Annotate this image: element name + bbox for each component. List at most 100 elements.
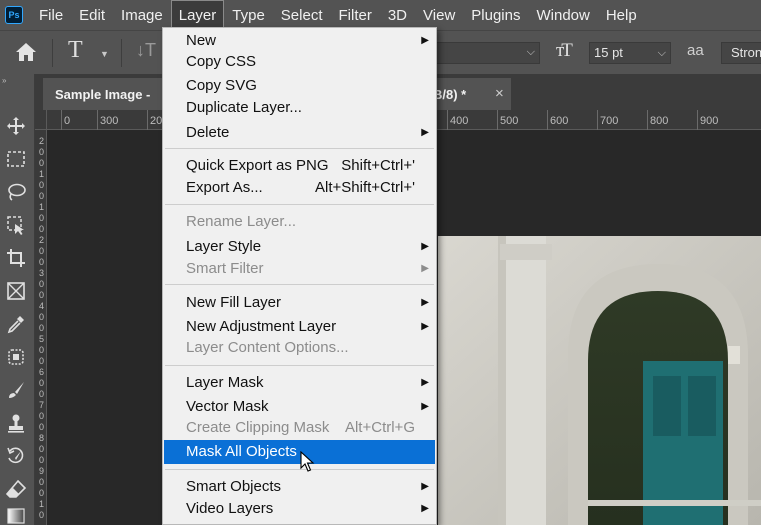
- menu-item-label: Copy CSS: [186, 53, 257, 70]
- ruler-label: 5: [38, 334, 44, 344]
- menu-item-duplicate-layer[interactable]: Duplicate Layer...: [164, 97, 435, 119]
- healing-brush-tool-icon[interactable]: [4, 345, 28, 369]
- ruler-label: 0: [38, 455, 44, 465]
- door-panel: [688, 376, 716, 436]
- menu-file[interactable]: File: [31, 0, 71, 30]
- menu-item-label: Smart Objects: [186, 478, 282, 495]
- home-icon[interactable]: [14, 41, 38, 63]
- menu-3d[interactable]: 3D: [380, 0, 415, 30]
- menu-item-rename-layer: Rename Layer...: [164, 211, 435, 233]
- document-image[interactable]: [438, 236, 761, 525]
- menu-item-label: New Fill Layer: [186, 294, 282, 311]
- menu-item-label: Smart Filter: [186, 260, 264, 277]
- menu-item-label: Layer Content Options...: [186, 339, 349, 356]
- menu-item-new[interactable]: New ▶: [164, 30, 435, 52]
- submenu-arrow-icon: ▶: [421, 503, 429, 514]
- chevron-down-icon: ⌵: [657, 47, 666, 59]
- menu-view[interactable]: View: [415, 0, 463, 30]
- menu-bar: Ps File Edit Image Layer Type Select Fil…: [0, 0, 761, 30]
- menu-item-copy-css[interactable]: Copy CSS: [164, 51, 435, 73]
- menu-item-smart-objects[interactable]: Smart Objects ▶: [164, 476, 435, 498]
- ruler-label: 500: [500, 115, 519, 127]
- menu-item-label: Video Layers: [186, 500, 274, 517]
- clone-stamp-tool-icon[interactable]: [4, 411, 28, 435]
- font-style-dropdown[interactable]: ⌵: [436, 42, 540, 64]
- marquee-tool-icon[interactable]: [4, 147, 28, 171]
- ruler-label: 0: [38, 510, 44, 520]
- menu-image[interactable]: Image: [113, 0, 171, 30]
- menu-item-copy-svg[interactable]: Copy SVG: [164, 75, 435, 97]
- antialias-dropdown[interactable]: Strong: [721, 42, 761, 64]
- ruler-label: 0: [38, 323, 44, 333]
- menu-item-new-adjustment-layer[interactable]: New Adjustment Layer ▶: [164, 316, 435, 338]
- submenu-arrow-icon: ▶: [421, 127, 429, 138]
- eyedropper-tool-icon[interactable]: [4, 312, 28, 336]
- history-brush-tool-icon[interactable]: [4, 444, 28, 468]
- submenu-arrow-icon: ▶: [421, 263, 429, 274]
- object-selection-tool-icon[interactable]: [4, 213, 28, 237]
- ruler-label: 2: [38, 136, 44, 146]
- ruler-label: 1: [38, 499, 44, 509]
- pillar-capital: [500, 244, 552, 260]
- ruler-label: 700: [600, 115, 619, 127]
- document-tab-mode: B/8) *: [433, 87, 467, 102]
- close-icon[interactable]: ×: [495, 85, 504, 102]
- ruler-origin[interactable]: [35, 110, 47, 130]
- menu-item-label: Vector Mask: [186, 398, 269, 415]
- menu-item-quick-export-png[interactable]: Quick Export as PNG Shift+Ctrl+': [164, 155, 435, 177]
- ruler-label: 900: [700, 115, 719, 127]
- pillar-left: [506, 236, 546, 525]
- menu-help[interactable]: Help: [598, 0, 645, 30]
- ruler-tick: [547, 110, 548, 130]
- menu-item-layer-style[interactable]: Layer Style ▶: [164, 236, 435, 258]
- move-tool-icon[interactable]: [4, 114, 28, 138]
- menu-item-delete[interactable]: Delete ▶: [164, 122, 435, 144]
- menu-item-video-layers[interactable]: Video Layers ▶: [164, 498, 435, 520]
- menu-filter[interactable]: Filter: [331, 0, 380, 30]
- menu-item-label: New: [186, 32, 217, 49]
- menu-item-export-as[interactable]: Export As... Alt+Shift+Ctrl+': [164, 177, 435, 199]
- vertical-ruler[interactable]: 20010010020030040050060070080090010: [35, 130, 47, 525]
- menu-item-label: Rename Layer...: [186, 213, 297, 230]
- brush-tool-icon[interactable]: [4, 378, 28, 402]
- menu-item-new-fill-layer[interactable]: New Fill Layer ▶: [164, 292, 435, 314]
- menu-item-layer-mask[interactable]: Layer Mask ▶: [164, 372, 435, 394]
- menu-layer[interactable]: Layer: [170, 0, 225, 30]
- gradient-tool-icon[interactable]: [4, 504, 28, 525]
- menu-separator: [165, 365, 434, 366]
- crop-tool-icon[interactable]: [4, 246, 28, 270]
- panel-grip-icon[interactable]: »: [2, 76, 7, 85]
- menu-window[interactable]: Window: [528, 0, 597, 30]
- ruler-label: 2: [38, 235, 44, 245]
- wall-detail: [728, 346, 740, 364]
- photoshop-logo-icon[interactable]: Ps: [5, 6, 23, 24]
- lasso-tool-icon[interactable]: [4, 180, 28, 204]
- font-size-field[interactable]: 15 pt ⌵: [589, 42, 671, 64]
- frame-tool-icon[interactable]: [4, 279, 28, 303]
- menu-edit[interactable]: Edit: [71, 0, 113, 30]
- chevron-down-icon: ⌵: [526, 46, 535, 58]
- eraser-tool-icon[interactable]: [4, 477, 28, 501]
- ruler-label: 0: [38, 345, 44, 355]
- menu-type[interactable]: Type: [224, 0, 273, 30]
- ruler-label: 6: [38, 367, 44, 377]
- submenu-arrow-icon: ▶: [421, 401, 429, 412]
- menu-item-label: Layer Mask: [186, 374, 264, 391]
- menu-plugins[interactable]: Plugins: [463, 0, 528, 30]
- text-orientation-icon[interactable]: ↓T: [136, 40, 156, 61]
- chevron-down-icon[interactable]: ▼: [100, 49, 109, 59]
- ruler-tick: [597, 110, 598, 130]
- menu-item-label: Quick Export as PNG: [186, 157, 329, 174]
- ruler-label: 0: [38, 257, 44, 267]
- menu-item-vector-mask[interactable]: Vector Mask ▶: [164, 396, 435, 418]
- ruler-label: 0: [38, 147, 44, 157]
- ruler-label: 0: [38, 488, 44, 498]
- type-tool-icon[interactable]: T: [68, 37, 83, 64]
- menu-item-smart-filter: Smart Filter ▶: [164, 258, 435, 280]
- submenu-arrow-icon: ▶: [421, 35, 429, 46]
- options-separator: [121, 39, 122, 67]
- document-tab-title: Sample Image -: [55, 87, 151, 102]
- options-separator: [52, 39, 53, 67]
- menu-select[interactable]: Select: [273, 0, 331, 30]
- ruler-label: 0: [38, 158, 44, 168]
